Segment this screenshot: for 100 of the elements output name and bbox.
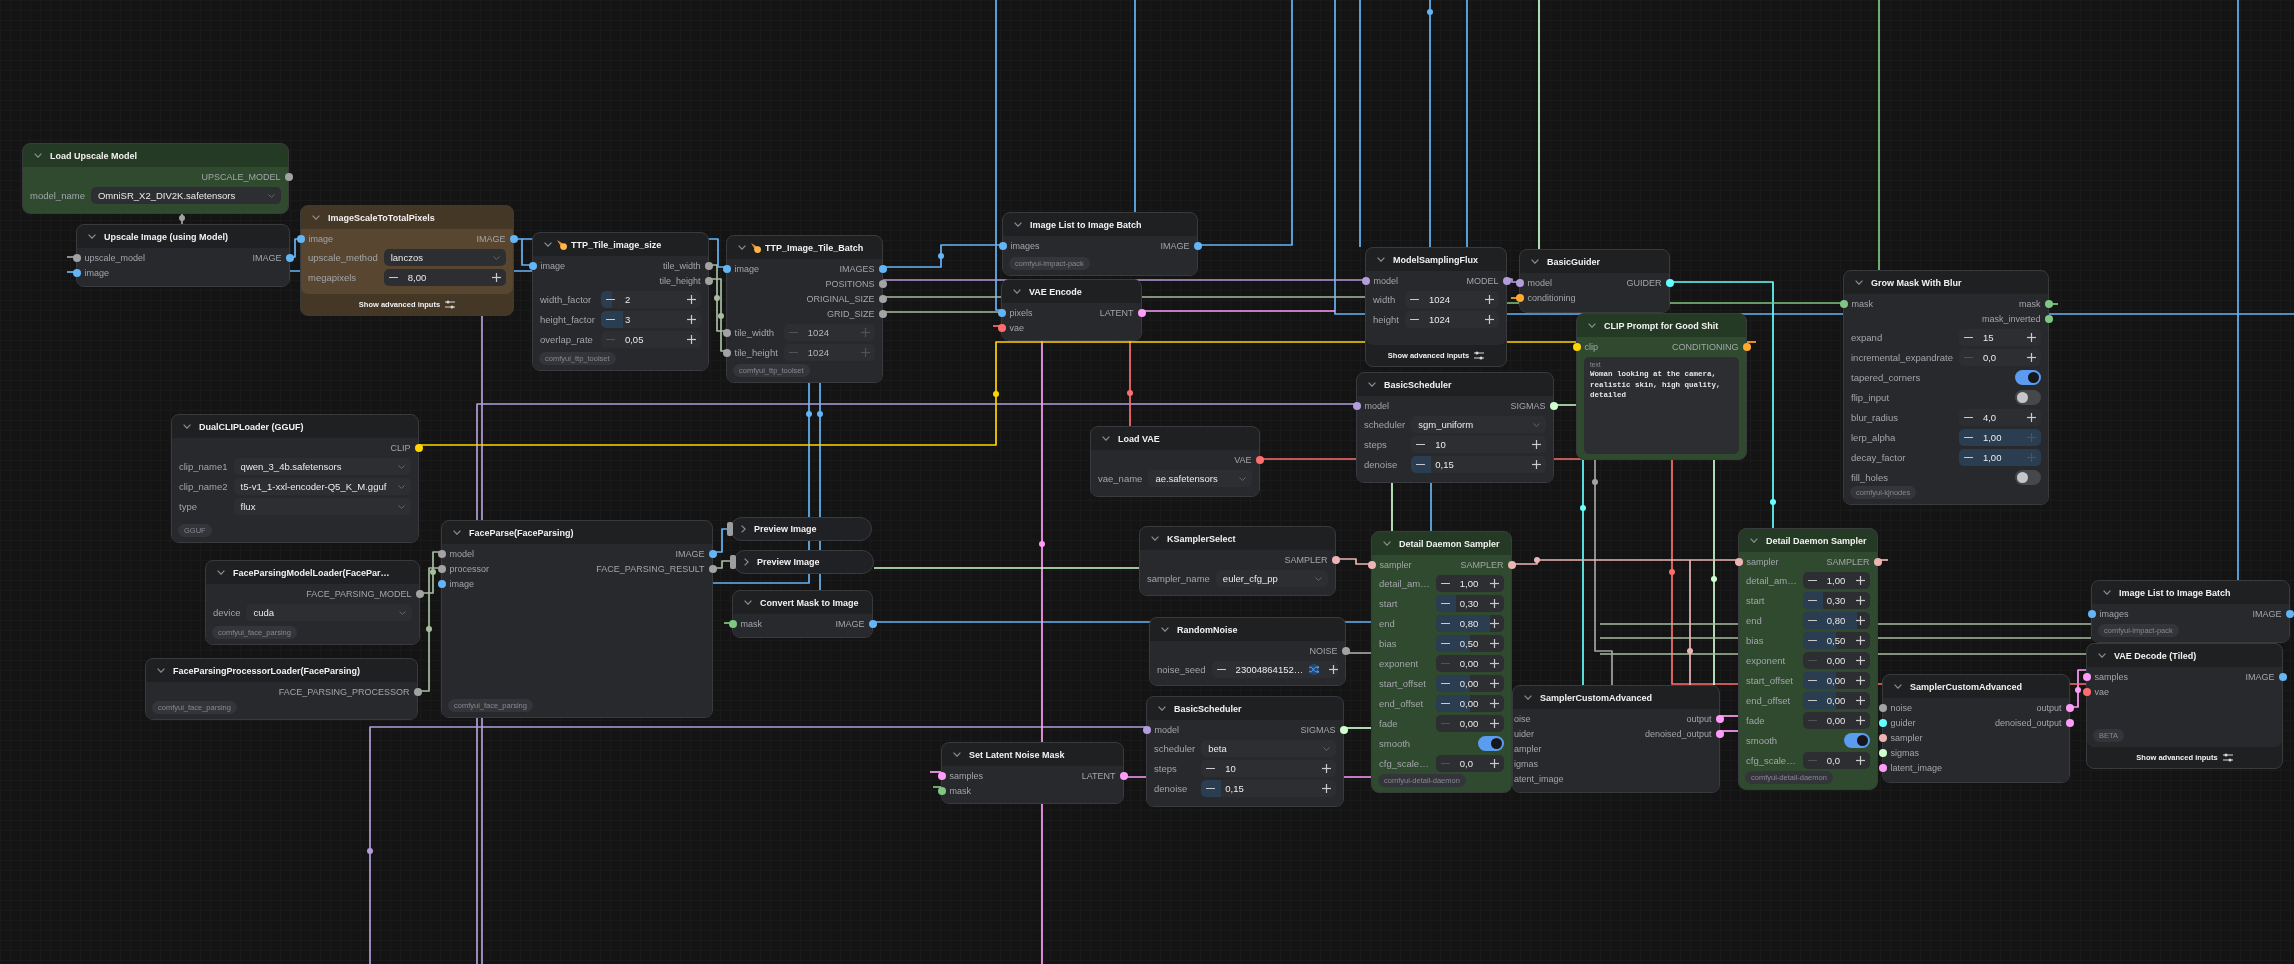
number-field[interactable]: 4,0	[1958, 409, 2041, 426]
connection-dot-icon[interactable]	[296, 234, 305, 243]
number-field[interactable]: 0,00	[1435, 695, 1504, 712]
connection-dot-icon[interactable]	[1873, 557, 1882, 566]
connection-dot-icon[interactable]	[437, 549, 446, 558]
number-field[interactable]: 0,00	[1802, 652, 1870, 669]
number-field[interactable]: 0,0	[1435, 755, 1504, 772]
number-field[interactable]: 1024	[1404, 291, 1499, 308]
connection-dot-icon[interactable]	[998, 241, 1007, 250]
chevron-right-icon[interactable]	[741, 525, 746, 533]
number-field[interactable]: 10	[1201, 760, 1336, 777]
connection-dot-icon[interactable]	[722, 348, 731, 357]
connection-dot-icon[interactable]	[704, 276, 713, 285]
connection-dot-icon[interactable]	[414, 443, 423, 452]
connection-dot-icon[interactable]	[2065, 718, 2074, 727]
number-field[interactable]: 1,00	[1802, 572, 1870, 589]
chevron-down-icon[interactable]	[1151, 536, 1159, 541]
connection-dot-icon[interactable]	[722, 328, 731, 337]
connection-dot-icon[interactable]	[997, 323, 1006, 332]
chevron-down-icon[interactable]	[1524, 695, 1532, 700]
chevron-down-icon[interactable]	[1102, 436, 1110, 441]
handle-icon[interactable]	[730, 555, 736, 569]
connection-dot-icon[interactable]	[1742, 342, 1751, 351]
connection-dot-icon[interactable]	[704, 261, 713, 270]
chevron-down-icon[interactable]	[1158, 706, 1166, 711]
connection-dot-icon[interactable]	[2278, 672, 2287, 681]
chevron-down-icon[interactable]	[88, 234, 96, 239]
connection-dot-icon[interactable]	[1193, 241, 1202, 250]
chevron-down-icon[interactable]	[217, 570, 225, 575]
chevron-down-icon[interactable]	[1855, 280, 1863, 285]
number-field[interactable]: 0,15	[1201, 780, 1336, 797]
connection-dot-icon[interactable]	[415, 589, 424, 598]
dropdown-field[interactable]: flux	[233, 498, 411, 515]
number-field[interactable]: 0,50	[1802, 632, 1870, 649]
number-field[interactable]: 0,0	[1958, 349, 2041, 366]
connection-dot-icon[interactable]	[878, 294, 887, 303]
chevron-down-icon[interactable]	[1161, 627, 1169, 632]
connection-dot-icon[interactable]	[878, 264, 887, 273]
connection-dot-icon[interactable]	[868, 619, 877, 628]
number-field[interactable]: 0,00	[1802, 672, 1870, 689]
connection-dot-icon[interactable]	[437, 579, 446, 588]
connection-dot-icon[interactable]	[728, 619, 737, 628]
number-field[interactable]: 0,30	[1435, 595, 1504, 612]
chevron-down-icon[interactable]	[1368, 382, 1376, 387]
connection-dot-icon[interactable]	[708, 549, 717, 558]
node-panel[interactable]: Preview Image	[730, 517, 872, 541]
number-field[interactable]: 0,00	[1435, 675, 1504, 692]
seed-field[interactable]: 23004864152…	[1211, 661, 1338, 678]
chevron-down-icon[interactable]	[1588, 323, 1596, 328]
connection-dot-icon[interactable]	[997, 308, 1006, 317]
number-field[interactable]: 0,80	[1802, 612, 1870, 629]
number-field[interactable]: 0,00	[1802, 692, 1870, 709]
connection-dot-icon[interactable]	[2082, 687, 2091, 696]
handle-icon[interactable]	[727, 522, 733, 536]
number-field[interactable]: 1,00	[1958, 449, 2041, 466]
number-field[interactable]: 0,0	[1802, 752, 1870, 769]
chevron-right-icon[interactable]	[744, 558, 749, 566]
connection-dot-icon[interactable]	[2082, 672, 2091, 681]
chevron-down-icon[interactable]	[34, 153, 42, 158]
connection-dot-icon[interactable]	[1142, 725, 1151, 734]
connection-dot-icon[interactable]	[1734, 557, 1743, 566]
chevron-down-icon[interactable]	[2098, 653, 2106, 658]
randomize-button[interactable]	[1309, 664, 1320, 675]
toggle-switch[interactable]	[1844, 733, 1870, 748]
chevron-down-icon[interactable]	[312, 215, 320, 220]
connection-dot-icon[interactable]	[1878, 733, 1887, 742]
connection-dot-icon[interactable]	[2285, 609, 2294, 618]
dropdown-field[interactable]: euler_cfg_pp	[1215, 570, 1328, 587]
connection-dot-icon[interactable]	[1137, 308, 1146, 317]
connection-dot-icon[interactable]	[2065, 703, 2074, 712]
connection-dot-icon[interactable]	[722, 264, 731, 273]
number-field[interactable]: 15	[1958, 329, 2041, 346]
connection-dot-icon[interactable]	[1361, 276, 1370, 285]
connection-dot-icon[interactable]	[1878, 763, 1887, 772]
number-field[interactable]: 1,00	[1958, 429, 2041, 446]
number-field[interactable]: 0,00	[1802, 712, 1870, 729]
number-field[interactable]: 3	[600, 311, 701, 328]
number-field[interactable]: 0,80	[1435, 615, 1504, 632]
connection-dot-icon[interactable]	[1339, 725, 1348, 734]
connection-dot-icon[interactable]	[1515, 293, 1524, 302]
chevron-down-icon[interactable]	[1750, 538, 1758, 543]
chevron-down-icon[interactable]	[1531, 259, 1539, 264]
connection-dot-icon[interactable]	[1515, 278, 1524, 287]
toggle-switch[interactable]	[2015, 370, 2041, 385]
connection-dot-icon[interactable]	[72, 253, 81, 262]
connection-dot-icon[interactable]	[509, 234, 518, 243]
chevron-down-icon[interactable]	[1014, 222, 1022, 227]
dropdown-field[interactable]: ae.safetensors	[1148, 470, 1252, 487]
connection-dot-icon[interactable]	[284, 172, 293, 181]
dropdown-field[interactable]: beta	[1201, 740, 1336, 757]
number-field[interactable]: 0,05	[600, 331, 701, 348]
number-field[interactable]: 10	[1411, 436, 1546, 453]
connection-dot-icon[interactable]	[1715, 714, 1724, 723]
number-field[interactable]: 1,00	[1435, 575, 1504, 592]
number-field[interactable]: 0,50	[1435, 635, 1504, 652]
connection-dot-icon[interactable]	[1665, 278, 1674, 287]
chevron-down-icon[interactable]	[453, 530, 461, 535]
number-field[interactable]: 8,00	[383, 269, 506, 286]
connection-dot-icon[interactable]	[1502, 276, 1511, 285]
connection-dot-icon[interactable]	[937, 786, 946, 795]
